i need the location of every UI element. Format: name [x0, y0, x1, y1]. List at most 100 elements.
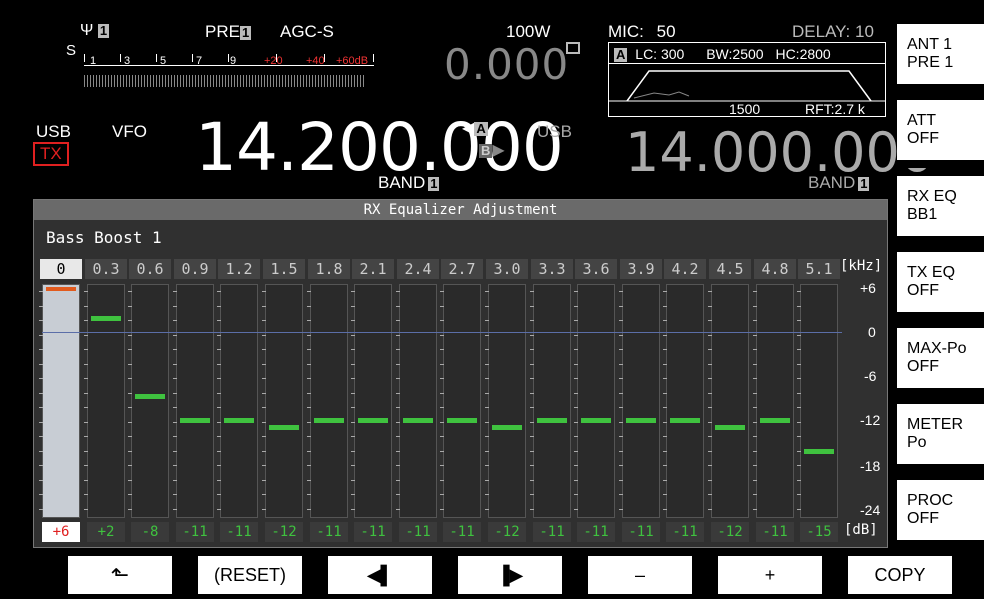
slider-tick — [663, 508, 667, 510]
att-button[interactable]: ATT OFF — [897, 100, 984, 168]
eq-slider[interactable] — [574, 284, 615, 518]
eq-band-label[interactable]: 1.2 — [218, 259, 260, 279]
slider-tick — [753, 334, 757, 336]
slider-tick — [663, 465, 667, 466]
max-po-button[interactable]: MAX-Po OFF — [897, 328, 984, 396]
vfo-select[interactable]: ◀ A B ▶ — [462, 118, 505, 160]
plus-button[interactable]: + — [718, 556, 822, 594]
eq-band-label[interactable]: 0.3 — [85, 259, 127, 279]
copy-button[interactable]: COPY — [848, 556, 952, 594]
slider-tick — [39, 479, 43, 481]
eq-slider[interactable] — [262, 284, 303, 518]
eq-slider[interactable] — [708, 284, 749, 518]
slider-tick — [128, 320, 132, 321]
eq-band-label[interactable]: 4.2 — [664, 259, 706, 279]
eq-slider[interactable] — [797, 284, 838, 518]
s-meter-bar — [84, 75, 364, 87]
eq-value-label: -11 — [533, 522, 571, 542]
eq-slider[interactable] — [39, 284, 80, 518]
meter-button[interactable]: METER Po — [897, 404, 984, 472]
slider-tick — [708, 465, 712, 466]
antenna-icon: Ψ — [80, 22, 94, 39]
scope-hc: HC:2800 — [775, 46, 831, 62]
slider-tick — [351, 363, 355, 365]
slider-tick — [663, 349, 667, 350]
slider-tick — [753, 349, 757, 350]
eq-band-label[interactable]: 0.9 — [174, 259, 216, 279]
slider-tick — [530, 291, 534, 292]
agc-indicator: AGC-S — [280, 22, 334, 41]
eq-slider[interactable] — [396, 284, 437, 518]
eq-slider[interactable] — [128, 284, 169, 518]
eq-band-label[interactable]: 5.1 — [798, 259, 840, 279]
slider-tick — [217, 465, 221, 466]
eq-band-label[interactable]: 0.6 — [129, 259, 171, 279]
eq-band-label[interactable]: 2.4 — [397, 259, 439, 279]
slider-tick — [217, 479, 221, 481]
antenna-indicator: Ψ 1 — [80, 22, 110, 40]
eq-slider[interactable] — [530, 284, 571, 518]
eq-band-label[interactable]: 2.1 — [352, 259, 394, 279]
eq-band-label[interactable]: 3.6 — [575, 259, 617, 279]
eq-slider[interactable] — [619, 284, 660, 518]
button-line2: Po — [907, 434, 927, 451]
slider-tick — [440, 407, 444, 408]
slider-tick — [619, 407, 623, 408]
eq-slider[interactable] — [663, 284, 704, 518]
proc-button[interactable]: PROC OFF — [897, 480, 984, 548]
eq-slider[interactable] — [173, 284, 214, 518]
scope-vfo-tag: A — [614, 47, 628, 62]
eq-level-marker — [135, 394, 165, 399]
slider-tick — [39, 334, 43, 336]
eq-level-marker — [492, 425, 522, 430]
eq-slider[interactable] — [84, 284, 125, 518]
slider-tick — [173, 291, 177, 292]
slider-tick — [396, 465, 400, 466]
tx-eq-button[interactable]: TX EQ OFF — [897, 252, 984, 320]
slider-tick — [173, 421, 177, 423]
reset-button[interactable]: (RESET) — [198, 556, 302, 594]
eq-band-label[interactable]: 1.5 — [263, 259, 305, 279]
slider-tick — [485, 378, 489, 379]
eq-slider[interactable] — [485, 284, 526, 518]
scale-label: -6 — [864, 368, 877, 384]
eq-slider[interactable] — [753, 284, 794, 518]
eq-band-label[interactable]: 4.5 — [709, 259, 751, 279]
eq-level-marker — [626, 418, 656, 423]
eq-value-label: -11 — [622, 522, 660, 542]
eq-slider[interactable] — [217, 284, 258, 518]
slider-tick — [797, 465, 801, 466]
eq-band-label[interactable]: 1.8 — [308, 259, 350, 279]
slider-tick — [663, 363, 667, 365]
slider-tick — [619, 392, 623, 394]
minus-button[interactable]: – — [588, 556, 692, 594]
eq-slider[interactable] — [351, 284, 392, 518]
slider-tick — [217, 392, 221, 394]
slider-tick — [128, 363, 132, 365]
power-output-value: 0.000 — [444, 40, 570, 89]
slider-tick — [128, 392, 132, 394]
eq-slider[interactable] — [307, 284, 348, 518]
next-band-button[interactable]: ▐▶ — [458, 556, 562, 594]
slider-tick — [797, 378, 801, 379]
slider-tick — [84, 436, 88, 437]
scope-bw: BW:2500 — [706, 46, 764, 62]
eq-band-label[interactable]: 0 — [40, 259, 82, 279]
eq-slider[interactable] — [440, 284, 481, 518]
ant-pre-button[interactable]: ANT 1 PRE 1 — [897, 24, 984, 92]
slider-tick — [173, 378, 177, 379]
slider-tick — [262, 320, 266, 321]
eq-band-label[interactable]: 3.0 — [486, 259, 528, 279]
eq-band-label[interactable]: 4.8 — [754, 259, 796, 279]
vfo-b-frequency[interactable]: 14.000.000 — [625, 123, 934, 183]
eq-band-label[interactable]: 2.7 — [441, 259, 483, 279]
slider-tick — [530, 465, 534, 466]
eq-level-marker — [447, 418, 477, 423]
rx-eq-button[interactable]: RX EQ BB1 — [897, 176, 984, 244]
eq-band-label[interactable]: 3.9 — [620, 259, 662, 279]
previous-band-button[interactable]: ◀▌ — [328, 556, 432, 594]
slider-tick — [262, 479, 266, 481]
eq-band-label[interactable]: 3.3 — [531, 259, 573, 279]
back-button[interactable]: ⬑ — [68, 556, 172, 594]
slider-tick — [440, 479, 444, 481]
